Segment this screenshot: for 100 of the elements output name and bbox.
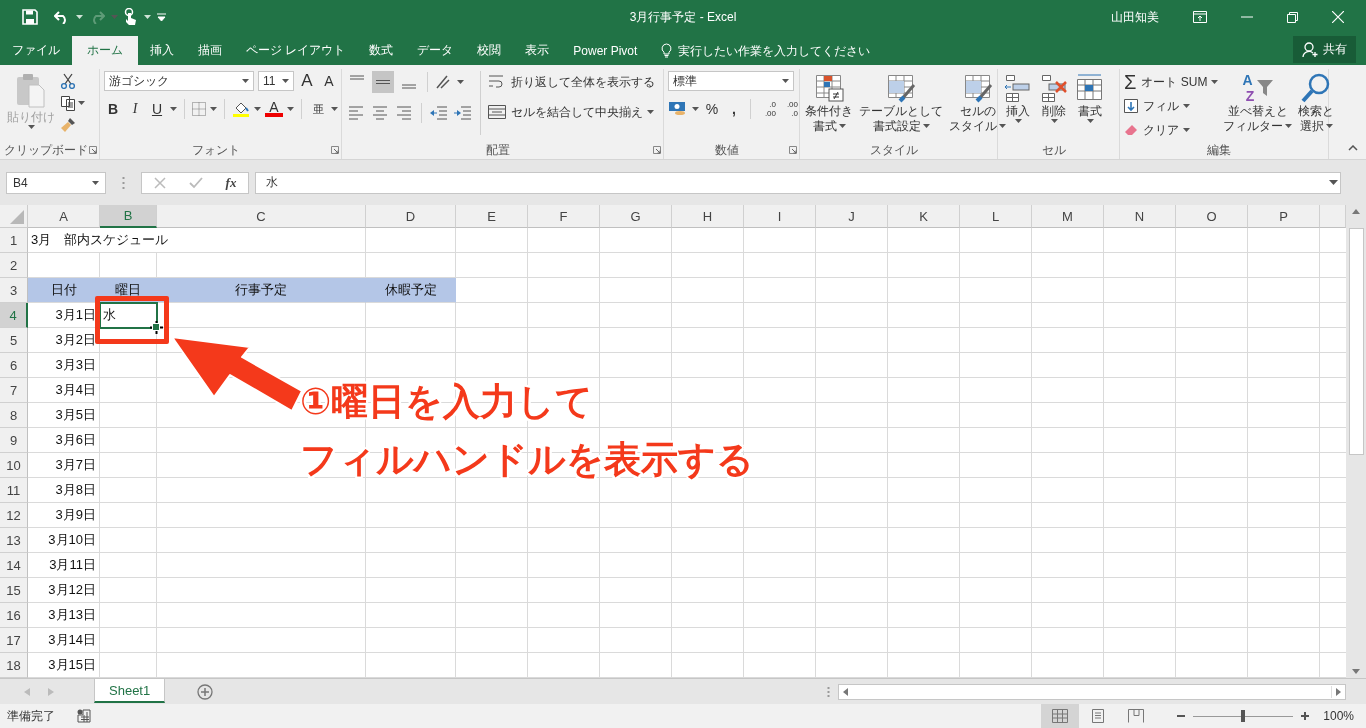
text-orientation-icon[interactable] [435,74,453,90]
expand-icon[interactable] [1329,180,1338,185]
font-name-dropdown[interactable]: 游ゴシック [104,71,254,91]
cell[interactable]: 日付 [28,278,100,303]
scroll-up-icon[interactable] [1352,209,1360,214]
row-header[interactable]: 11 [0,478,28,503]
save-icon[interactable] [22,9,38,25]
touch-mode-icon[interactable] [124,8,138,26]
ribbon-tab[interactable]: 挿入 [138,36,186,65]
fill-button[interactable]: フィル [1124,95,1179,117]
ribbon-tab[interactable]: 表示 [513,36,562,65]
zoom-slider-thumb[interactable] [1241,709,1246,722]
scrollbar-thumb[interactable] [1348,228,1364,455]
format-painter-icon[interactable] [60,117,76,133]
fill-handle[interactable] [152,323,160,331]
vertical-align-icon[interactable] [372,71,394,93]
ribbon-tab[interactable]: Power Pivot [561,36,650,65]
row-header[interactable]: 18 [0,653,28,678]
row-header[interactable]: 1 [0,228,28,253]
cells-button[interactable]: 削除 [1038,71,1070,125]
scroll-right-icon[interactable] [1336,687,1341,696]
row-header[interactable]: 17 [0,628,28,653]
customize-icon[interactable] [157,13,166,21]
ribbon-tab[interactable]: ホーム [72,36,138,65]
row-header[interactable]: 6 [0,353,28,378]
row-header[interactable]: 10 [0,453,28,478]
decimal-button[interactable]: .00 .0 [780,100,798,118]
column-header[interactable]: B [100,205,157,228]
horizontal-scrollbar[interactable] [838,683,1346,700]
formula-field[interactable]: 水 [255,171,1341,194]
row-header[interactable]: 4 [0,303,28,328]
wrap-text-button[interactable]: 折り返して全体を表示する [488,71,655,93]
decrease-indent-icon[interactable] [429,106,449,120]
fill-color-icon[interactable] [232,101,250,117]
share-button[interactable]: 共有 [1293,36,1356,63]
ribbon-tab[interactable]: 数式 [357,36,406,65]
shrink-font-button[interactable]: A [320,71,338,91]
ribbon-tab[interactable]: データ [405,36,466,65]
dialog-launcher-icon[interactable] [653,146,661,154]
ribbon-display-icon[interactable] [1193,11,1207,23]
ribbon-tab[interactable]: 校閲 [465,36,514,65]
phonetic-button[interactable]: 亜 [309,99,327,119]
font-color-button[interactable]: A [265,101,283,117]
row-header[interactable]: 9 [0,428,28,453]
restore-icon[interactable] [1287,11,1298,23]
scissors-icon[interactable] [60,73,76,89]
decimal-button[interactable]: .0 .00 [758,100,776,118]
row-header[interactable]: 12 [0,503,28,528]
checkmark-icon[interactable] [188,176,203,189]
percent-button[interactable]: % [703,99,721,119]
row-header[interactable]: 3 [0,278,28,303]
comma-style-button[interactable]: , [725,99,743,119]
dialog-launcher-icon[interactable] [89,146,97,154]
align-left-icon[interactable] [346,106,366,120]
zoom-level[interactable]: 100% [1323,709,1354,723]
scroll-left-icon[interactable] [843,687,848,696]
tell-me-field[interactable]: 実行したい作業を入力してください [678,43,959,58]
copy-icon[interactable] [60,95,76,111]
dialog-launcher-icon[interactable] [331,146,339,154]
row-header[interactable]: 14 [0,553,28,578]
cell[interactable]: 行事予定 [157,278,366,303]
number-format-dropdown[interactable]: 標準 [668,71,794,91]
user-name[interactable]: 山田知美 [1111,8,1159,26]
macro-record-icon[interactable] [77,709,91,723]
sort-filter-button[interactable]: A Z 並べ替えと フィルター [1222,71,1294,135]
italic-button[interactable]: I [126,99,144,119]
ribbon-tab[interactable]: 描画 [186,36,234,65]
dialog-launcher-icon[interactable] [789,146,797,154]
row-header[interactable]: 13 [0,528,28,553]
row-header[interactable]: 15 [0,578,28,603]
find-select-button[interactable]: 検索と 選択 [1297,71,1336,135]
autosum-button[interactable]: Σ オート SUM [1124,71,1208,93]
row-header[interactable]: 16 [0,603,28,628]
collapse-ribbon-icon[interactable] [1348,145,1358,151]
align-center-icon[interactable] [370,106,390,120]
merge-center-button[interactable]: セルを結合して中央揃え [488,101,643,123]
close-icon[interactable] [1332,11,1344,23]
grow-font-button[interactable]: A [298,71,316,91]
row-header[interactable]: 7 [0,378,28,403]
row-header[interactable]: 2 [0,253,28,278]
increase-indent-icon[interactable] [453,106,473,120]
name-box[interactable]: B4 [6,171,106,194]
row-header[interactable]: 5 [0,328,28,353]
sheet-tab[interactable]: Sheet1 [94,679,166,703]
ribbon-tab[interactable]: ページ レイアウト [234,36,358,65]
insert-function-button[interactable]: fx [225,174,237,191]
ribbon-tab[interactable]: ファイル [0,36,72,65]
bold-button[interactable]: B [104,99,122,119]
align-right-icon[interactable] [394,106,414,120]
clear-button[interactable]: クリア [1124,119,1179,141]
cell[interactable]: 休暇予定 [366,278,456,303]
add-sheet-icon[interactable] [197,683,214,700]
row-header[interactable]: 8 [0,403,28,428]
underline-button[interactable]: U [148,99,166,119]
style-button[interactable]: 条件付き 書式 [804,71,854,135]
currency-icon[interactable] [668,101,688,117]
style-button[interactable]: テーブルとして 書式設定 [858,71,944,135]
scroll-down-icon[interactable] [1352,669,1360,674]
font-size-dropdown[interactable]: 11 [258,71,294,91]
zoom-in-icon[interactable] [1301,712,1310,720]
